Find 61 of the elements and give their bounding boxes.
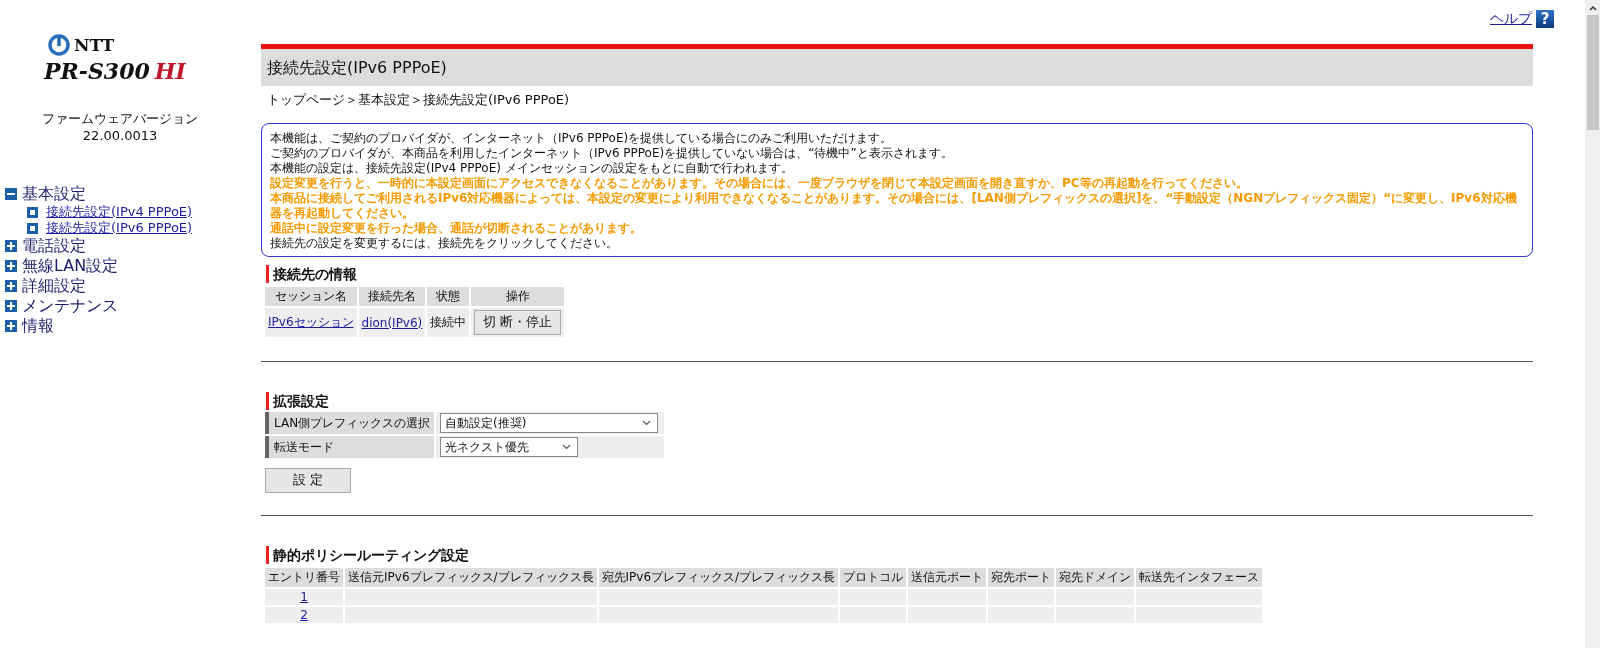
expand-icon[interactable] <box>5 240 17 252</box>
column-header: 宛先ドメイン <box>1056 568 1135 587</box>
dropdown[interactable]: 自動設定(推奨) <box>440 413 658 433</box>
sidebar-item[interactable]: 詳細設定 <box>22 275 86 297</box>
sidebar-item[interactable]: 電話設定 <box>22 235 86 257</box>
entry-link[interactable]: 2 <box>300 608 308 622</box>
model-suffix: HI <box>154 58 186 84</box>
notice-text: ご契約のプロバイダが、本商品を利用したインターネット（IPv6 PPPoE)を提供していない場合は、“待機中”と表示されます。 <box>270 146 954 161</box>
notice-text: 接続先の設定を変更するには、接続先をクリックしてください。 <box>270 236 619 251</box>
expand-icon[interactable] <box>5 260 17 272</box>
expand-icon[interactable] <box>5 320 17 332</box>
disconnect-button[interactable]: 切 断・停止 <box>474 310 562 335</box>
column-header: 宛先IPv6プレフィックス/プレフィックス長 <box>598 568 839 587</box>
column-header: 転送先インタフェース <box>1136 568 1263 587</box>
field-label: 転送モード <box>265 436 434 458</box>
firmware-label: ファームウェアバージョン <box>42 110 198 127</box>
column-header: プロトコル <box>840 568 907 587</box>
bullet-icon <box>27 222 38 234</box>
help-link[interactable]: ヘルプ <box>1490 10 1532 28</box>
scroll-up-icon[interactable] <box>1587 4 1598 12</box>
warning-text: 通話中に設定変更を行った場合、通話が切断されることがあります。 <box>270 221 643 236</box>
column-header: セッション名 <box>265 287 357 306</box>
column-header: 宛先ポート <box>988 568 1055 587</box>
warning-text: 本商品に接続してご利用されるIPv6対応機器によっては、本設定の変更により利用できなくなることがあります。その場合には、[LAN側プレフィックスの選択]を、“手動設定（NGNプレフィックス固定）“に変更し、IPv6対応機器を再起動してください。 <box>270 191 1518 221</box>
sidebar-link[interactable]: 接続先設定(IPv4 PPPoE) <box>46 203 193 221</box>
help-icon[interactable]: ? <box>1536 10 1554 28</box>
section-heading: 接続先の情報 <box>266 265 1533 283</box>
warning-text: 設定変更を行うと、一時的に本設定画面にアクセスできなくなることがあります。その場合には、一度ブラウザを閉じて本設定画面を開き直すか、PC等の再起動を行ってください。 <box>270 176 1249 191</box>
sidebar-item[interactable]: メンテナンス <box>22 295 118 317</box>
expand-icon[interactable] <box>5 300 17 312</box>
column-header: エントリ番号 <box>265 568 343 587</box>
notice-text: 本機能は、ご契約のプロバイダが、インターネット（IPv6 PPPoE)を提供している場合にのみご利用いただけます。 <box>270 131 894 146</box>
logo-icon <box>48 34 70 56</box>
column-header: 接続先名 <box>358 287 426 306</box>
page-title: 接続先設定(IPv6 PPPoE) <box>261 44 1533 86</box>
section-heading: 静的ポリシールーティング設定 <box>266 546 1533 564</box>
column-header: 状態 <box>427 287 470 306</box>
sidebar-item[interactable]: 無線LAN設定 <box>22 255 119 277</box>
model-name: PR-S300 <box>44 58 150 84</box>
apply-button[interactable]: 設 定 <box>265 468 351 493</box>
sidebar-link[interactable]: 接続先設定(IPv6 PPPoE) <box>46 219 193 237</box>
chevron-icon <box>562 444 571 450</box>
status-text: 接続中 <box>430 315 467 329</box>
collapse-icon[interactable] <box>5 188 17 200</box>
column-header: 操作 <box>471 287 565 306</box>
expand-icon[interactable] <box>5 280 17 292</box>
column-header: 送信元IPv6プレフィックス/プレフィックス長 <box>345 568 597 587</box>
chevron-icon <box>642 420 651 426</box>
column-header: 送信元ポート <box>908 568 987 587</box>
entry-link[interactable]: 1 <box>300 590 308 604</box>
scrollbar[interactable] <box>1585 0 1600 648</box>
field-label: LAN側プレフィックスの選択 <box>265 412 434 434</box>
breadcrumb: トップページ＞基本設定＞接続先設定(IPv6 PPPoE) <box>267 91 571 109</box>
bullet-icon <box>27 206 38 218</box>
brand-name: NTT <box>74 35 115 55</box>
sidebar-item[interactable]: 基本設定 <box>22 183 86 205</box>
notice-text: 本機能の設定は、接続先設定(IPv4 PPPoE) メインセッションの設定をもとに自動で行われます。 <box>270 161 794 176</box>
dropdown[interactable]: 光ネクスト優先 <box>440 437 578 457</box>
firmware-version: 22.00.0013 <box>82 127 158 144</box>
sidebar-item[interactable]: 情報 <box>22 315 54 337</box>
scroll-thumb[interactable] <box>1586 15 1599 130</box>
